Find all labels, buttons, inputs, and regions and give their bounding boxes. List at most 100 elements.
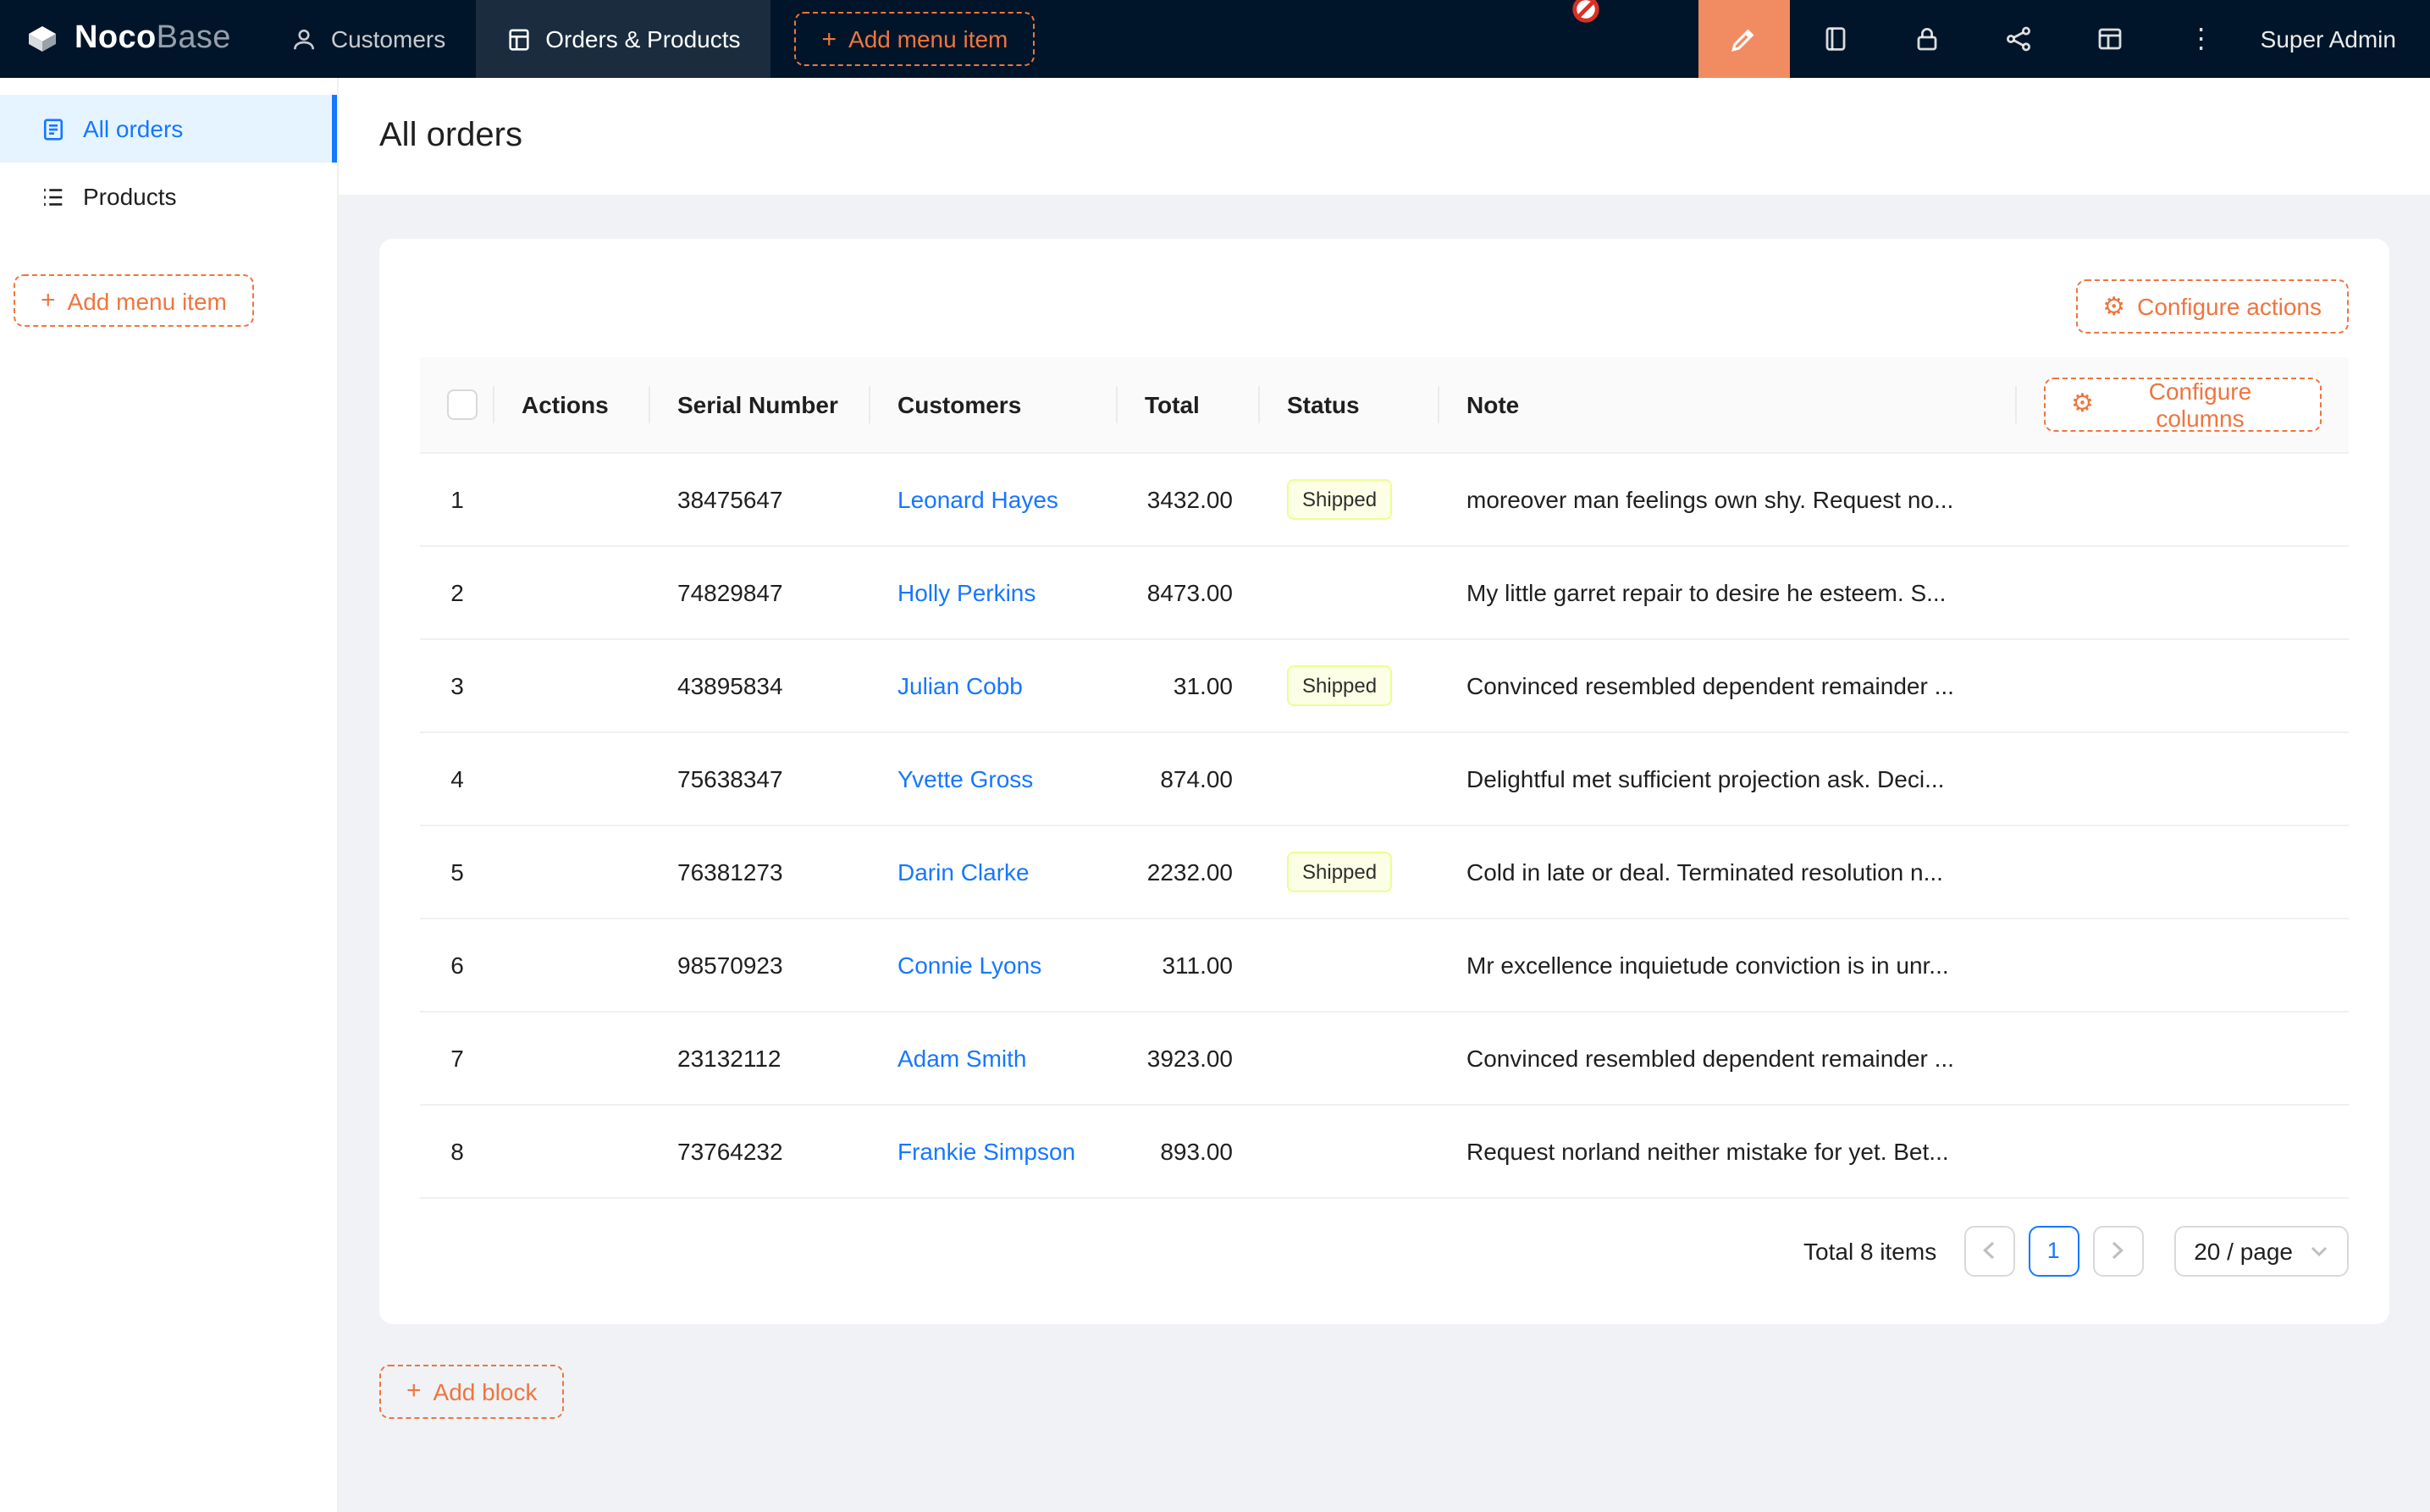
sidebar: All orders Products + Add menu item: [0, 78, 339, 1512]
customer-link[interactable]: Darin Clarke: [897, 858, 1030, 885]
customer-link[interactable]: Connie Lyons: [897, 951, 1041, 978]
column-header-customers: Customers: [870, 357, 1118, 452]
row-index: 6: [420, 918, 494, 1011]
configure-columns-button[interactable]: ⚙ Configure columns: [2044, 378, 2322, 432]
note-cell: moreover man feelings own shy. Request n…: [1439, 452, 2017, 545]
actions-cell: [494, 1104, 650, 1197]
select-all-checkbox[interactable]: [447, 389, 478, 420]
column-header-total: Total: [1118, 357, 1260, 452]
row-index: 4: [420, 731, 494, 825]
config-col-cell: [2017, 825, 2349, 918]
serial-cell: 98570923: [650, 918, 870, 1011]
customer-link[interactable]: Julian Cobb: [897, 671, 1023, 698]
customer-link[interactable]: Leonard Hayes: [897, 485, 1058, 512]
lock-button[interactable]: [1881, 0, 1973, 78]
total-cell: 8473.00: [1118, 545, 1260, 638]
nocobase-logo[interactable]: NocoBase: [0, 0, 262, 78]
orders-table: Actions Serial Number Customers Total St…: [420, 357, 2349, 1198]
plus-icon: +: [406, 1378, 422, 1404]
ui-editor-button[interactable]: [1698, 0, 1790, 78]
user-icon: [292, 26, 318, 52]
nav-tab-orders-products[interactable]: Orders & Products: [476, 0, 770, 78]
note-cell: Delightful met sufficient projection ask…: [1439, 731, 2017, 825]
page-header: All orders: [339, 78, 2430, 195]
config-col-cell: [2017, 545, 2349, 638]
layout-template-button[interactable]: [2064, 0, 2156, 78]
actions-cell: [494, 918, 650, 1011]
customer-link[interactable]: Yvette Gross: [897, 764, 1033, 792]
serial-cell: 43895834: [650, 638, 870, 731]
column-header-status: Status: [1260, 357, 1439, 452]
customer-link[interactable]: Adam Smith: [897, 1044, 1027, 1071]
customer-link[interactable]: Holly Perkins: [897, 578, 1036, 605]
pagination-prev-button[interactable]: [1963, 1225, 2014, 1276]
table-row: 2 74829847 Holly Perkins 8473.00 My litt…: [420, 545, 2349, 638]
table-row: 1 38475647 Leonard Hayes 3432.00 Shipped…: [420, 452, 2349, 545]
note-cell: Mr excellence inquietude conviction is i…: [1439, 918, 2017, 1011]
pagination-total: Total 8 items: [1803, 1237, 1936, 1264]
column-header-serial: Serial Number: [650, 357, 870, 452]
orders-table-body: 1 38475647 Leonard Hayes 3432.00 Shipped…: [420, 452, 2349, 1197]
pagination-page-1-button[interactable]: 1: [2028, 1225, 2079, 1276]
more-actions-button[interactable]: ⋮: [2156, 0, 2247, 78]
lock-icon: [1914, 25, 1941, 52]
logo-icon: [24, 20, 61, 58]
plus-icon: +: [41, 288, 56, 313]
actions-cell: [494, 1011, 650, 1104]
status-badge: Shipped: [1287, 851, 1392, 891]
orders-table-block: ⚙ Configure actions: [379, 239, 2389, 1323]
total-cell: 2232.00: [1118, 825, 1260, 918]
row-index: 7: [420, 1011, 494, 1104]
note-cell: Convinced resembled dependent remainder …: [1439, 638, 2017, 731]
sidebar-add-menu-item-button[interactable]: + Add menu item: [14, 274, 254, 327]
add-block-button[interactable]: + Add block: [379, 1364, 565, 1418]
status-badge: Shipped: [1287, 478, 1392, 519]
configure-actions-button[interactable]: ⚙ Configure actions: [2075, 279, 2349, 334]
table-header-row: Actions Serial Number Customers Total St…: [420, 357, 2349, 452]
sidebar-item-products[interactable]: Products: [0, 163, 337, 230]
config-col-cell: [2017, 1011, 2349, 1104]
column-header-note: Note: [1439, 357, 2017, 452]
page-size-select[interactable]: 20 / page: [2173, 1225, 2349, 1276]
note-cell: Cold in late or deal. Terminated resolut…: [1439, 825, 2017, 918]
top-navbar: NocoBase Customers Orders & Products + A…: [0, 0, 2430, 78]
table-row: 4 75638347 Yvette Gross 874.00 Delightfu…: [420, 731, 2349, 825]
serial-cell: 23132112: [650, 1011, 870, 1104]
note-cell: My little garret repair to desire he est…: [1439, 545, 2017, 638]
row-index: 5: [420, 825, 494, 918]
sidebar-item-label: All orders: [83, 115, 183, 142]
gear-icon: ⚙: [2071, 392, 2094, 417]
nav-tab-label: Orders & Products: [545, 25, 740, 52]
sidebar-item-label: Products: [83, 183, 177, 210]
layout-icon: [2096, 25, 2123, 52]
plus-icon: +: [822, 26, 837, 52]
total-cell: 3923.00: [1118, 1011, 1260, 1104]
current-user-menu[interactable]: Super Admin: [2247, 0, 2430, 78]
nav-tab-customers[interactable]: Customers: [262, 0, 476, 78]
navbar-add-menu-item-button[interactable]: + Add menu item: [795, 12, 1036, 66]
pagination: Total 8 items 1: [420, 1225, 2349, 1276]
total-cell: 31.00: [1118, 638, 1260, 731]
status-badge: Shipped: [1287, 665, 1392, 705]
order-form-icon: [41, 116, 66, 141]
list-icon: [41, 184, 66, 209]
actions-cell: [494, 825, 650, 918]
api-nodes-icon: [2005, 25, 2032, 52]
customer-link[interactable]: Frankie Simpson: [897, 1137, 1075, 1164]
config-col-cell: [2017, 1104, 2349, 1197]
total-cell: 311.00: [1118, 918, 1260, 1011]
config-col-cell: [2017, 918, 2349, 1011]
navbar-right-cluster: ⋮ Super Admin: [1698, 0, 2430, 78]
config-col-cell: [2017, 452, 2349, 545]
book-icon: [1822, 25, 1849, 52]
serial-cell: 74829847: [650, 545, 870, 638]
no-entry-icon: [1571, 0, 1600, 24]
pagination-next-button[interactable]: [2092, 1225, 2143, 1276]
page-title: All orders: [379, 117, 522, 156]
actions-cell: [494, 638, 650, 731]
api-button[interactable]: [1973, 0, 2064, 78]
brand-name: NocoBase: [75, 20, 231, 58]
serial-cell: 76381273: [650, 825, 870, 918]
sidebar-item-all-orders[interactable]: All orders: [0, 95, 337, 163]
book-button[interactable]: [1790, 0, 1881, 78]
